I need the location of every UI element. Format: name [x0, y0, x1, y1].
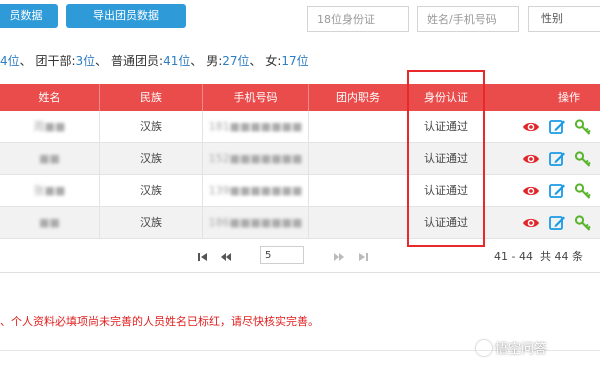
cell-ethnicity: 汉族 [100, 111, 203, 142]
cell-name: ■■ [0, 143, 100, 174]
cell-phone-text: 186■■■■■■■ [208, 216, 303, 229]
edit-icon[interactable] [548, 182, 566, 200]
cell-id-verify-text: 认证通过 [424, 184, 468, 197]
stat-cadre-label: 团干部: [35, 54, 76, 68]
cell-phone: 152■■■■■■■ [203, 143, 309, 174]
watermark-logo-icon [476, 339, 492, 356]
cell-phone: 139■■■■■■■ [203, 175, 309, 206]
name-phone-input[interactable] [417, 6, 519, 32]
eye-icon[interactable] [522, 118, 540, 136]
col-header-role[interactable]: 团内职务 [309, 84, 408, 111]
cell-role [309, 111, 408, 142]
stat-regular-label: 普通团员: [111, 54, 164, 68]
cell-ethnicity-text: 汉族 [140, 216, 162, 229]
eye-icon[interactable] [522, 182, 540, 200]
gender-select[interactable]: 性别 [528, 6, 600, 32]
cell-id-verify: 认证通过 [408, 175, 485, 206]
stat-male-label: 男: [206, 54, 223, 68]
edit-icon[interactable] [548, 150, 566, 168]
col-header-phone[interactable]: 手机号码 [203, 84, 309, 111]
id-number-input[interactable] [307, 6, 409, 32]
key-icon[interactable] [574, 150, 592, 168]
cell-ethnicity: 汉族 [100, 207, 203, 238]
cell-id-verify: 认证通过 [408, 207, 485, 238]
key-icon[interactable] [574, 182, 592, 200]
table-row[interactable]: 周■■ 汉族 181■■■■■■■ 认证通过 [0, 111, 600, 143]
cell-role [309, 175, 408, 206]
key-icon[interactable] [574, 214, 592, 232]
cell-name-text: 周■■ [33, 120, 66, 133]
cell-ethnicity-text: 汉族 [140, 184, 162, 197]
table-row[interactable]: 张■■ 汉族 139■■■■■■■ 认证通过 [0, 175, 600, 207]
cell-name-text: ■■ [39, 152, 60, 165]
page-info: 41 - 44 共 44 条 [494, 248, 583, 264]
cell-id-verify-text: 认证通过 [424, 152, 468, 165]
cell-name-text: ■■ [39, 216, 60, 229]
stat-female-num: 17位 [281, 54, 309, 68]
cell-id-verify-text: 认证通过 [424, 120, 468, 133]
row-actions [522, 214, 592, 232]
stat-female-label: 女: [265, 54, 282, 68]
cell-ethnicity: 汉族 [100, 143, 203, 174]
table-row[interactable]: ■■ 汉族 152■■■■■■■ 认证通过 [0, 143, 600, 175]
row-actions [522, 118, 592, 136]
cell-phone: 181■■■■■■■ [203, 111, 309, 142]
table-row[interactable]: ■■ 汉族 186■■■■■■■ 认证通过 [0, 207, 600, 239]
cell-id-verify-text: 认证通过 [424, 216, 468, 229]
watermark: 悟空问答 [476, 338, 547, 357]
page-number-input[interactable] [260, 246, 304, 264]
cell-phone-text: 152■■■■■■■ [208, 152, 303, 165]
first-page-icon[interactable] [196, 250, 210, 264]
col-header-id-verify[interactable]: 身份认证 [408, 84, 485, 111]
cell-ethnicity-text: 汉族 [140, 152, 162, 165]
page-range: 41 - 44 [494, 250, 533, 263]
total-count: 共 44 条 [539, 250, 583, 263]
stat-male-num: 27位 [222, 54, 250, 68]
col-header-name[interactable]: 姓名 [0, 84, 100, 111]
prev-page-icon[interactable] [219, 250, 233, 264]
eye-icon[interactable] [522, 150, 540, 168]
cell-role [309, 207, 408, 238]
cell-phone: 186■■■■■■■ [203, 207, 309, 238]
last-page-icon[interactable] [356, 250, 370, 264]
stat-sep: 、 [19, 54, 32, 68]
edit-icon[interactable] [548, 214, 566, 232]
stat-sep: 、 [95, 54, 108, 68]
cell-name: ■■ [0, 207, 100, 238]
cell-ethnicity: 汉族 [100, 175, 203, 206]
next-page-icon[interactable] [332, 250, 346, 264]
cell-id-verify: 认证通过 [408, 143, 485, 174]
cell-role [309, 143, 408, 174]
export-members-button[interactable]: 导出团员数据 [66, 4, 186, 28]
stat-sep: 、 [249, 54, 262, 68]
cell-name: 周■■ [0, 111, 100, 142]
gender-select-label: 性别 [541, 12, 563, 25]
col-header-ops: 操作 [558, 91, 580, 104]
cell-name: 张■■ [0, 175, 100, 206]
table-header: 姓名 民族 手机号码 团内职务 身份认证 操作 [0, 84, 600, 111]
stat-cadre-num: 3位 [75, 54, 96, 68]
stat-sep: 、 [190, 54, 203, 68]
cell-ethnicity-text: 汉族 [140, 120, 162, 133]
key-icon[interactable] [574, 118, 592, 136]
col-header-ethnicity[interactable]: 民族 [100, 84, 203, 111]
cell-name-text: 张■■ [33, 184, 66, 197]
watermark-text: 悟空问答 [495, 342, 548, 357]
eye-icon[interactable] [522, 214, 540, 232]
row-actions [522, 182, 592, 200]
member-stats: 4位、 团干部:3位、 普通团员:41位、 男:27位、 女:17位 [0, 52, 309, 69]
divider [0, 272, 600, 273]
row-actions [522, 150, 592, 168]
cell-phone-text: 139■■■■■■■ [208, 184, 303, 197]
incomplete-profile-notice: 、个人资料必填项尚未完善的人员姓名已标红，请尽快核实完善。 [0, 315, 319, 328]
pagination: 41 - 44 共 44 条 [0, 246, 600, 268]
edit-icon[interactable] [548, 118, 566, 136]
stat-regular-num: 41位 [163, 54, 191, 68]
stat-total: 4位 [0, 54, 20, 68]
cell-id-verify: 认证通过 [408, 111, 485, 142]
cell-phone-text: 181■■■■■■■ [208, 120, 303, 133]
import-data-button[interactable]: 员数据 [0, 4, 58, 28]
